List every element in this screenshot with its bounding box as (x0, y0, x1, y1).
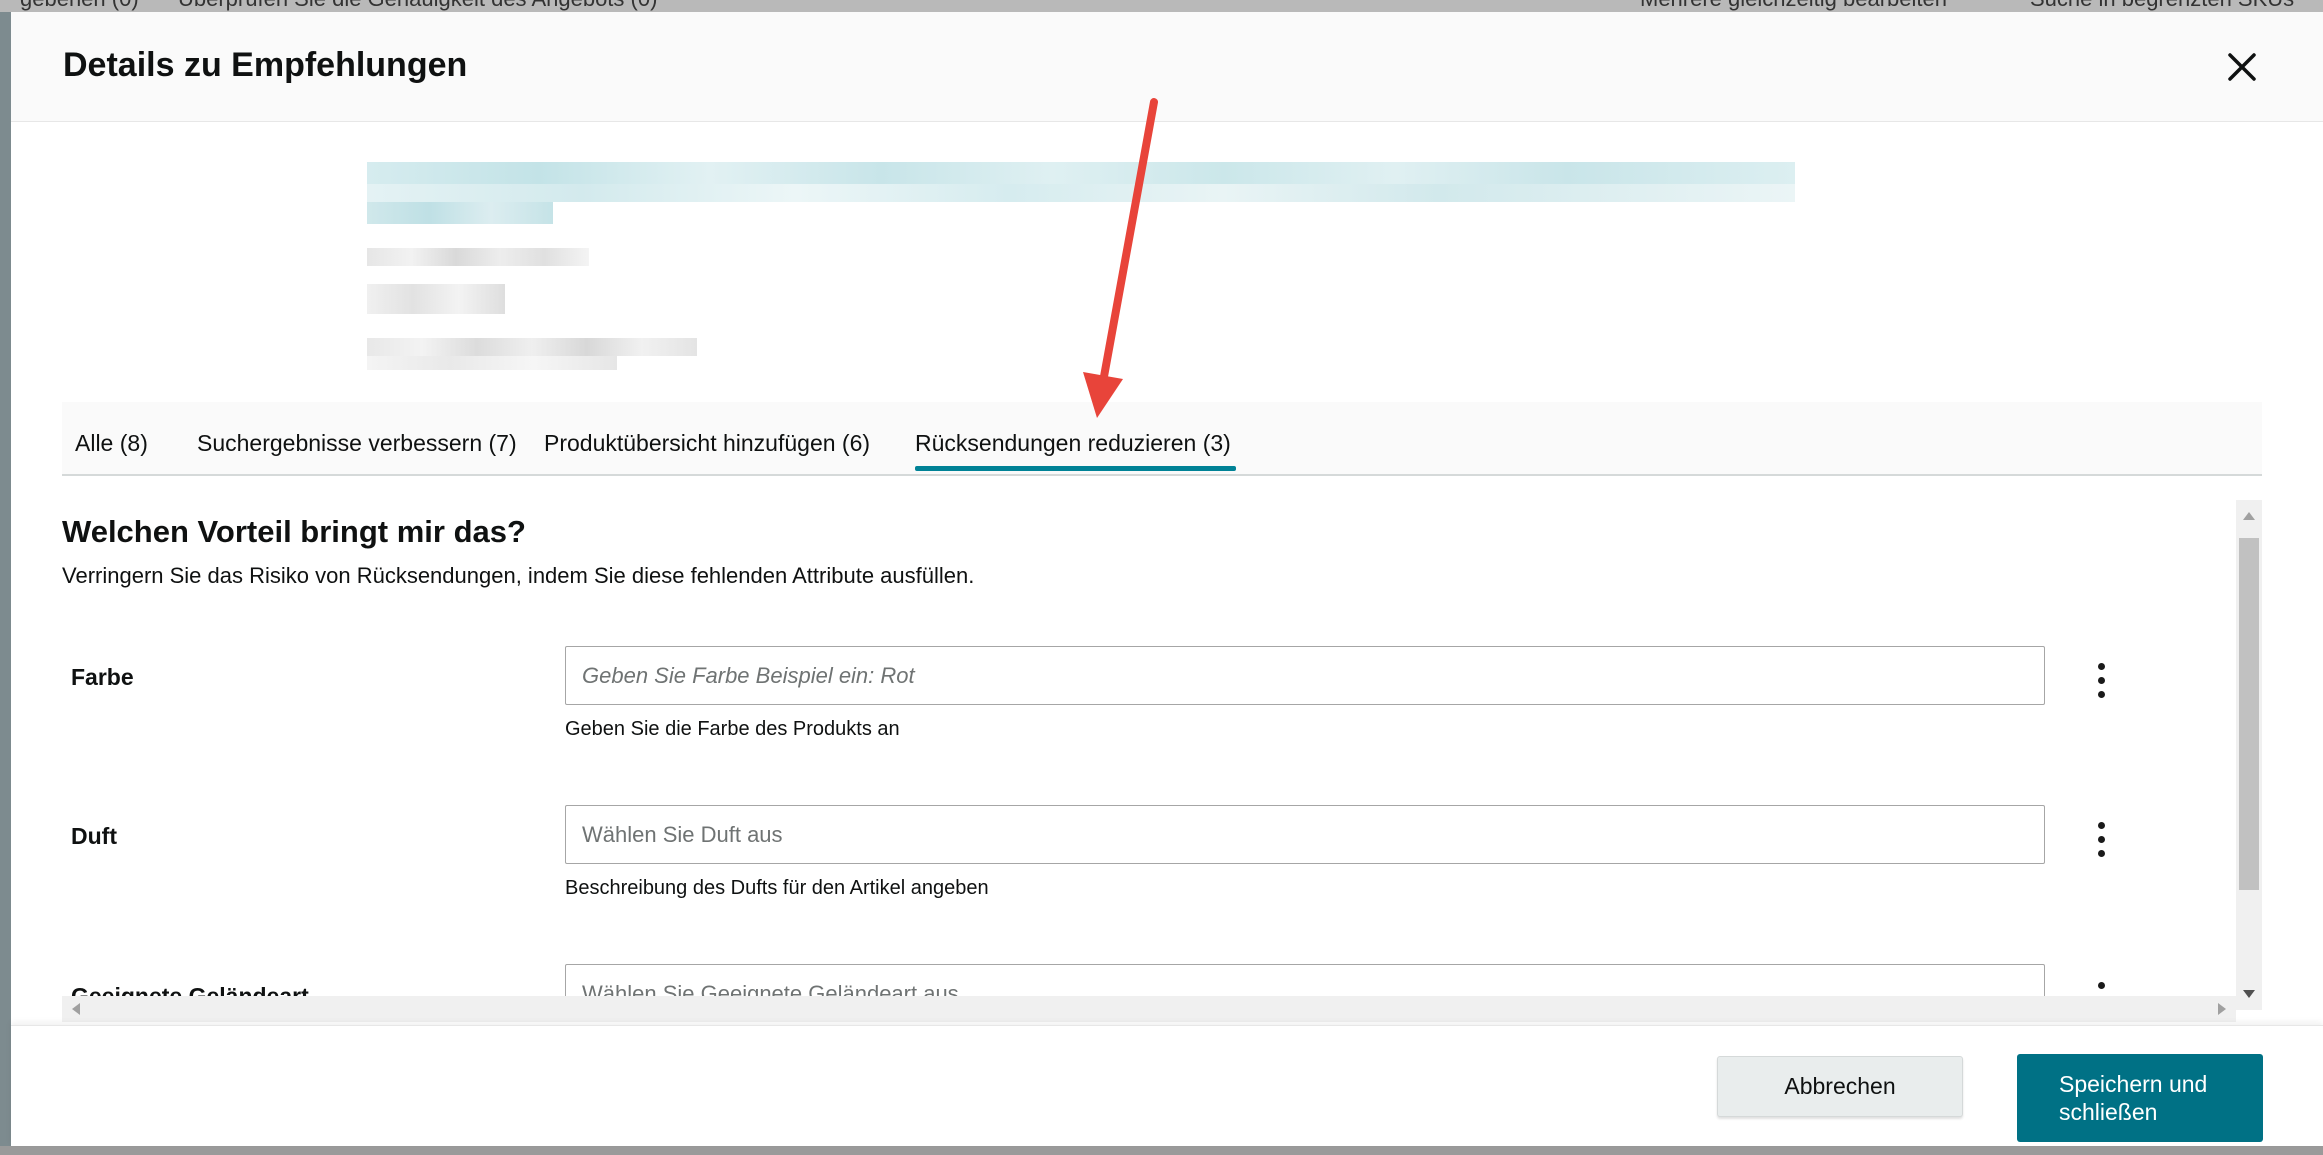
tab-reduce-returns[interactable]: Rücksendungen reduzieren (3) (915, 430, 1231, 457)
vertical-scroll-thumb[interactable] (2239, 538, 2259, 890)
more-options-color[interactable] (2086, 655, 2116, 705)
close-icon (2228, 53, 2256, 81)
kebab-dot-icon (2097, 676, 2105, 684)
benefit-title: Welchen Vorteil bringt mir das? (62, 514, 526, 549)
recommendations-modal: Details zu Empfehlungen Alle (8) Sucherg… (11, 12, 2323, 1146)
kebab-dot-icon (2097, 981, 2105, 989)
attribute-label-color: Farbe (71, 664, 134, 690)
save-and-close-button[interactable]: Speichern und schließen (2017, 1054, 2263, 1142)
background-tab-text: Mehrere gleichzeitig bearbeiten (1640, 0, 1947, 12)
save-button-label-line1: Speichern und (2059, 1071, 2208, 1097)
modal-footer: Abbrechen Speichern und schließen (11, 1025, 2323, 1146)
tab-improve-search-results[interactable]: Suchergebnisse verbessern (7) (197, 430, 517, 457)
color-input[interactable] (565, 646, 2045, 705)
kebab-dot-icon (2097, 849, 2105, 857)
recommendation-content: Welchen Vorteil bringt mir das? Verringe… (62, 502, 2252, 1015)
more-options-scent[interactable] (2086, 814, 2116, 864)
recommendation-tabs: Alle (8) Suchergebnisse verbessern (7) P… (62, 402, 2262, 476)
cancel-button[interactable]: Abbrechen (1717, 1056, 1963, 1117)
scroll-up-icon[interactable] (2243, 512, 2255, 520)
benefit-description: Verringern Sie das Risiko von Rücksendun… (62, 563, 975, 588)
kebab-dot-icon (2097, 662, 2105, 670)
scroll-right-icon[interactable] (2218, 1003, 2226, 1015)
tab-add-product-overview[interactable]: Produktübersicht hinzufügen (6) (544, 430, 870, 457)
background-left-edge (0, 12, 11, 1155)
scroll-left-icon[interactable] (72, 1003, 80, 1015)
close-button[interactable] (2217, 42, 2267, 92)
kebab-dot-icon (2097, 835, 2105, 843)
modal-header: Details zu Empfehlungen (11, 12, 2323, 122)
kebab-dot-icon (2097, 690, 2105, 698)
scroll-down-icon[interactable] (2243, 990, 2255, 998)
product-info-redacted (367, 148, 1817, 378)
background-tab-text: Suche in begrenzten SKUs (2030, 0, 2294, 12)
attribute-label-scent: Duft (71, 823, 117, 849)
background-topbar: gebehen (0) Überprüfen Sie die Genauigke… (0, 0, 2323, 12)
kebab-dot-icon (2097, 821, 2105, 829)
save-button-label-line2: schließen (2059, 1099, 2158, 1125)
horizontal-scrollbar[interactable] (62, 996, 2236, 1022)
active-tab-indicator (915, 466, 1236, 471)
scent-input[interactable] (565, 805, 2045, 864)
attribute-help-color: Geben Sie die Farbe des Produkts an (565, 718, 900, 740)
tab-all[interactable]: Alle (8) (75, 430, 148, 457)
background-tab-text: Überprüfen Sie die Genauigkeit des Angeb… (178, 0, 657, 12)
background-tab-text: gebehen (0) (20, 0, 139, 12)
background-bottom-strip (0, 1146, 2323, 1155)
attribute-help-scent: Beschreibung des Dufts für den Artikel a… (565, 877, 989, 899)
vertical-scrollbar[interactable] (2236, 500, 2262, 1010)
modal-title: Details zu Empfehlungen (63, 46, 468, 84)
